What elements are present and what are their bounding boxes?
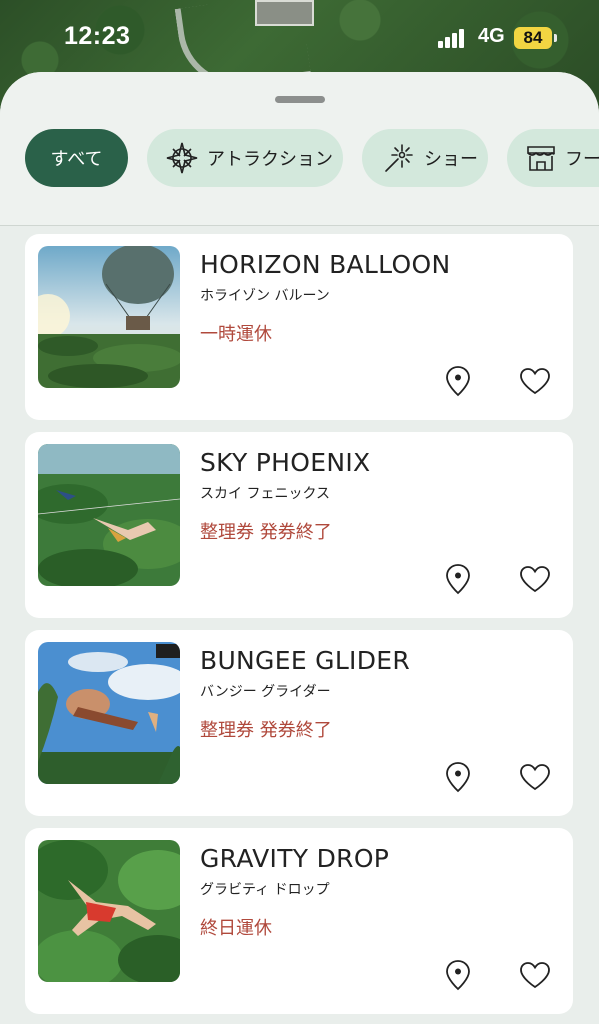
storefront-icon: [527, 146, 555, 171]
filter-chip-attraction[interactable]: アトラクション: [147, 129, 343, 187]
attraction-subtitle: スカイ フェニックス: [200, 486, 331, 502]
sparkle-wand-icon: [385, 144, 413, 172]
attraction-card[interactable]: BUNGEE GLIDER バンジー グライダー 整理券 発券終了: [25, 630, 573, 816]
favorite-heart-icon[interactable]: [519, 961, 551, 989]
attraction-status: 一時運休: [200, 324, 272, 345]
map-pin-icon[interactable]: [445, 365, 471, 397]
attraction-card[interactable]: GRAVITY DROP グラビティ ドロップ 終日運休: [25, 828, 573, 1014]
favorite-heart-icon[interactable]: [519, 763, 551, 791]
attraction-title: HORIZON BALLOON: [200, 250, 451, 279]
filter-chip-food[interactable]: フー: [507, 129, 599, 187]
bottom-sheet: すべて アトラクション ショー フー HORIZON BALLOON ホライゾン…: [0, 72, 599, 1024]
attraction-image: [38, 444, 180, 586]
attraction-card[interactable]: HORIZON BALLOON ホライゾン バルーン 一時運休: [25, 234, 573, 420]
attraction-title: GRAVITY DROP: [200, 844, 390, 873]
attraction-image: [38, 246, 180, 388]
map-pin-icon[interactable]: [445, 959, 471, 991]
attraction-subtitle: バンジー グライダー: [200, 684, 331, 700]
network-type: 4G: [478, 25, 505, 47]
sheet-header: すべて アトラクション ショー フー: [0, 72, 599, 226]
map-pin-icon[interactable]: [445, 563, 471, 595]
drag-handle[interactable]: [275, 96, 325, 103]
filter-chip-label: ショー: [424, 149, 478, 170]
attraction-status: 整理券 発券終了: [200, 522, 332, 543]
attraction-card[interactable]: SKY PHOENIX スカイ フェニックス 整理券 発券終了: [25, 432, 573, 618]
filter-chip-label: アトラクション: [207, 149, 333, 170]
attraction-title: SKY PHOENIX: [200, 448, 371, 477]
filter-chip-label: フー: [565, 149, 599, 170]
battery-tip: [554, 34, 557, 42]
favorite-heart-icon[interactable]: [519, 565, 551, 593]
attraction-subtitle: ホライゾン バルーン: [200, 288, 330, 304]
attraction-status: 整理券 発券終了: [200, 720, 332, 741]
filter-chip-label: すべて: [50, 149, 103, 170]
favorite-heart-icon[interactable]: [519, 367, 551, 395]
filter-chip-all[interactable]: すべて: [25, 129, 128, 187]
compass-icon: [166, 142, 198, 174]
attraction-image: [38, 642, 180, 784]
attraction-title: BUNGEE GLIDER: [200, 646, 411, 675]
filter-chip-show[interactable]: ショー: [362, 129, 488, 187]
battery-icon: 84: [514, 27, 552, 49]
attraction-subtitle: グラビティ ドロップ: [200, 882, 330, 898]
attraction-status: 終日運休: [200, 918, 272, 939]
category-filter-bar: すべて アトラクション ショー フー: [25, 129, 599, 187]
status-time: 12:23: [64, 22, 131, 50]
cellular-signal-icon: [438, 28, 468, 48]
map-pin-icon[interactable]: [445, 761, 471, 793]
status-bar: 12:23 4G 84: [0, 0, 599, 78]
attraction-image: [38, 840, 180, 982]
